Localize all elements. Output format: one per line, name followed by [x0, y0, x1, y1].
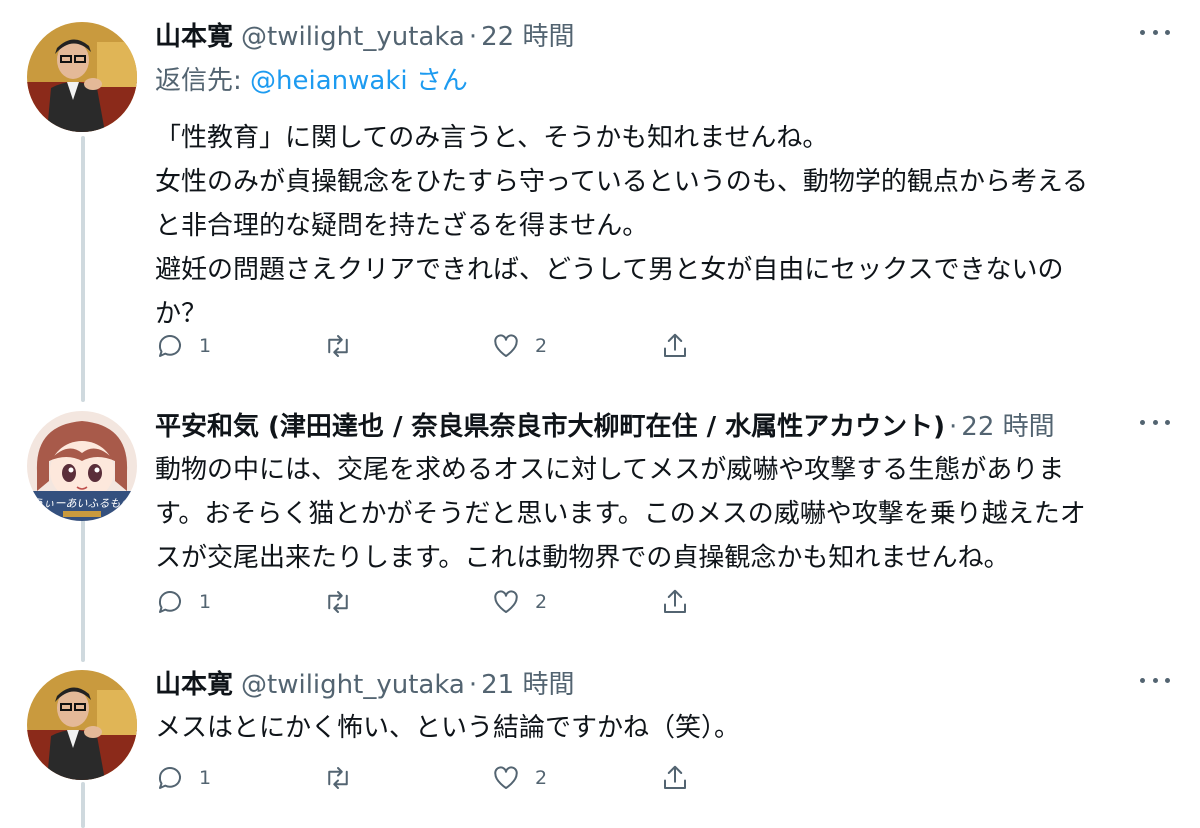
- separator-dot: ·: [468, 22, 478, 52]
- reply-icon: [158, 591, 181, 613]
- avatar-logo-text: うぃーあいふるもの: [33, 497, 133, 510]
- user-name[interactable]: 山本寛: [155, 16, 233, 53]
- retweet-icon: [328, 767, 348, 789]
- tweet-header: 平安和気 (津田達也 / 奈良県奈良市大柳町在住 / 水属性アカウント) · 2…: [155, 406, 1170, 446]
- reply-to: 返信先: @heianwaki さん: [155, 60, 1170, 100]
- avatar[interactable]: [27, 22, 137, 132]
- like-button[interactable]: 2: [491, 584, 547, 620]
- heart-icon: [494, 334, 518, 357]
- heart-icon: [494, 766, 518, 789]
- retweet-icon: [328, 335, 348, 357]
- separator-dot: ·: [468, 670, 478, 700]
- avatar[interactable]: うぃーあいふるもの: [27, 411, 137, 521]
- tweet-actions: 1 2: [155, 328, 715, 364]
- retweet-button[interactable]: [323, 760, 367, 796]
- reply-count: 1: [199, 767, 212, 789]
- like-count: 2: [535, 335, 548, 357]
- reply-count: 1: [199, 591, 212, 613]
- reply-count: 1: [199, 335, 212, 357]
- reply-button[interactable]: 1: [155, 584, 211, 620]
- tweet[interactable]: 山本寛 @twilight_yutaka · 22 時間 返信先: @heian…: [0, 0, 1200, 400]
- like-button[interactable]: 2: [491, 760, 547, 796]
- separator-dot: ·: [949, 412, 958, 442]
- reply-icon: [158, 335, 181, 357]
- user-handle[interactable]: @twilight_yutaka: [241, 22, 465, 52]
- tweet-text: 動物の中には、交尾を求めるオスに対してメスが威嚇や攻撃する生態がありま す。おそ…: [155, 455, 1086, 573]
- like-button[interactable]: 2: [491, 328, 547, 364]
- timestamp[interactable]: 21 時間: [481, 664, 574, 701]
- heart-icon: [494, 590, 518, 613]
- share-icon: [664, 333, 686, 357]
- user-handle[interactable]: @twilight_yutaka: [241, 670, 465, 700]
- share-icon: [664, 765, 686, 789]
- like-count: 2: [535, 591, 548, 613]
- tweet-thread: 山本寛 @twilight_yutaka · 22 時間 返信先: @heian…: [0, 0, 1200, 828]
- retweet-icon: [328, 591, 348, 613]
- tweet-content: 平安和気 (津田達也 / 奈良県奈良市大柳町在住 / 水属性アカウント) · 2…: [155, 406, 1170, 580]
- share-button[interactable]: [660, 760, 690, 796]
- avatar-image: [27, 670, 137, 780]
- user-name[interactable]: 平安和気 (津田達也 / 奈良県奈良市大柳町在住 / 水属性アカウント): [155, 406, 945, 443]
- tweet-text: メスはとにかく怖い、という結論ですかね（笑）。: [155, 713, 741, 743]
- reply-to-mention[interactable]: @heianwaki: [250, 66, 408, 96]
- share-button[interactable]: [660, 584, 690, 620]
- more-icon[interactable]: [1140, 22, 1170, 42]
- tweet-actions: 1 2: [155, 760, 715, 796]
- tweet-header: 山本寛 @twilight_yutaka · 21 時間: [155, 664, 1170, 704]
- reply-icon: [158, 767, 181, 789]
- reply-to-prefix: 返信先:: [155, 66, 251, 96]
- tweet[interactable]: うぃーあいふるもの 平安和気 (津田達也 / 奈良県奈良市大柳町在住 / 水属性…: [0, 400, 1200, 662]
- share-icon: [664, 589, 686, 613]
- avatar[interactable]: [27, 670, 137, 780]
- retweet-button[interactable]: [323, 328, 367, 364]
- like-count: 2: [535, 767, 548, 789]
- user-name[interactable]: 山本寛: [155, 664, 233, 701]
- timestamp[interactable]: 22 時間: [481, 16, 574, 53]
- avatar-image: [27, 22, 137, 132]
- reply-button[interactable]: 1: [155, 760, 211, 796]
- share-button[interactable]: [660, 328, 690, 364]
- more-icon[interactable]: [1140, 412, 1170, 432]
- tweet-content: 山本寛 @twilight_yutaka · 22 時間 返信先: @heian…: [155, 16, 1170, 336]
- tweet-header: 山本寛 @twilight_yutaka · 22 時間: [155, 16, 1170, 56]
- avatar-image: うぃーあいふるもの: [27, 411, 137, 521]
- tweet[interactable]: 山本寛 @twilight_yutaka · 21 時間 メスはとにかく怖い、と…: [0, 662, 1200, 828]
- timestamp[interactable]: 22 時間: [961, 406, 1054, 443]
- more-icon[interactable]: [1140, 670, 1170, 690]
- tweet-text: 「性教育」に関してのみ言うと、そうかも知れませんね。 女性のみが貞操観念をひたす…: [155, 123, 1089, 329]
- tweet-content: 山本寛 @twilight_yutaka · 21 時間 メスはとにかく怖い、と…: [155, 664, 1170, 750]
- reply-button[interactable]: 1: [155, 328, 211, 364]
- retweet-button[interactable]: [323, 584, 367, 620]
- reply-to-suffix: さん: [407, 66, 468, 96]
- tweet-actions: 1 2: [155, 584, 715, 620]
